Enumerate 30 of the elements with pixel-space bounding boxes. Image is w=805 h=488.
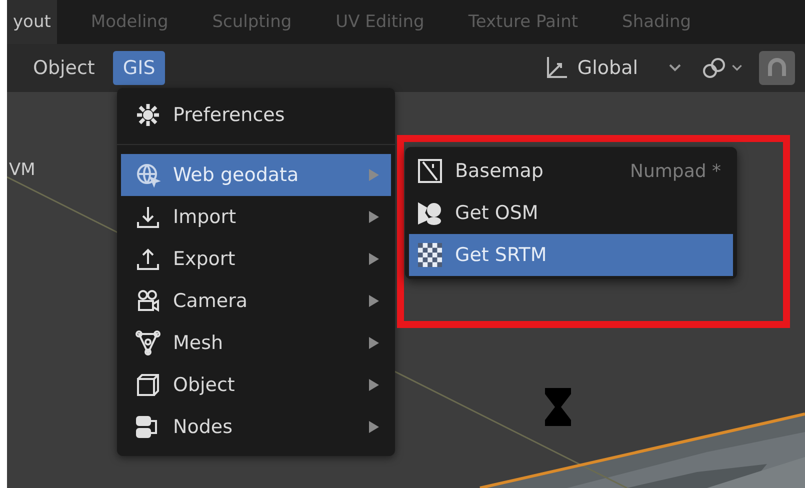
checker-icon — [417, 242, 443, 268]
menu-item[interactable]: Preferences — [121, 94, 391, 136]
menu-item[interactable]: Get OSM — [409, 192, 733, 234]
chevron-icon — [731, 63, 743, 73]
menu-button[interactable]: Object — [23, 51, 105, 85]
orientation-dropdown[interactable]: Global — [543, 55, 682, 81]
menu-item[interactable]: Get SRTM — [409, 234, 733, 276]
menu-item[interactable]: Web geodata — [121, 154, 391, 196]
menu-item[interactable]: Camera — [121, 280, 391, 322]
menu-item[interactable]: Nodes — [121, 406, 391, 448]
upload-icon — [135, 246, 161, 272]
shortcut-label: Numpad * — [630, 160, 721, 182]
menu-item[interactable]: Object — [121, 364, 391, 406]
gear-icon — [135, 102, 161, 128]
menu-item[interactable]: Export — [121, 238, 391, 280]
menu-button[interactable]: GIS — [112, 51, 166, 85]
map-icon — [417, 158, 443, 184]
hourglass-icon — [545, 388, 571, 426]
cube-icon — [135, 372, 161, 398]
camera-icon — [135, 288, 161, 314]
download-icon — [135, 204, 161, 230]
menu-item[interactable]: Basemap Numpad * — [409, 150, 733, 192]
viewport-label: VM — [9, 160, 36, 180]
shapes-icon — [417, 200, 443, 226]
workspace-tab[interactable]: yout — [7, 0, 57, 44]
menu-item[interactable]: Import — [121, 196, 391, 238]
mesh-icon — [135, 330, 161, 356]
menu-item[interactable]: Mesh — [121, 322, 391, 364]
globe-icon — [135, 162, 161, 188]
chevron-icon — [668, 63, 682, 73]
